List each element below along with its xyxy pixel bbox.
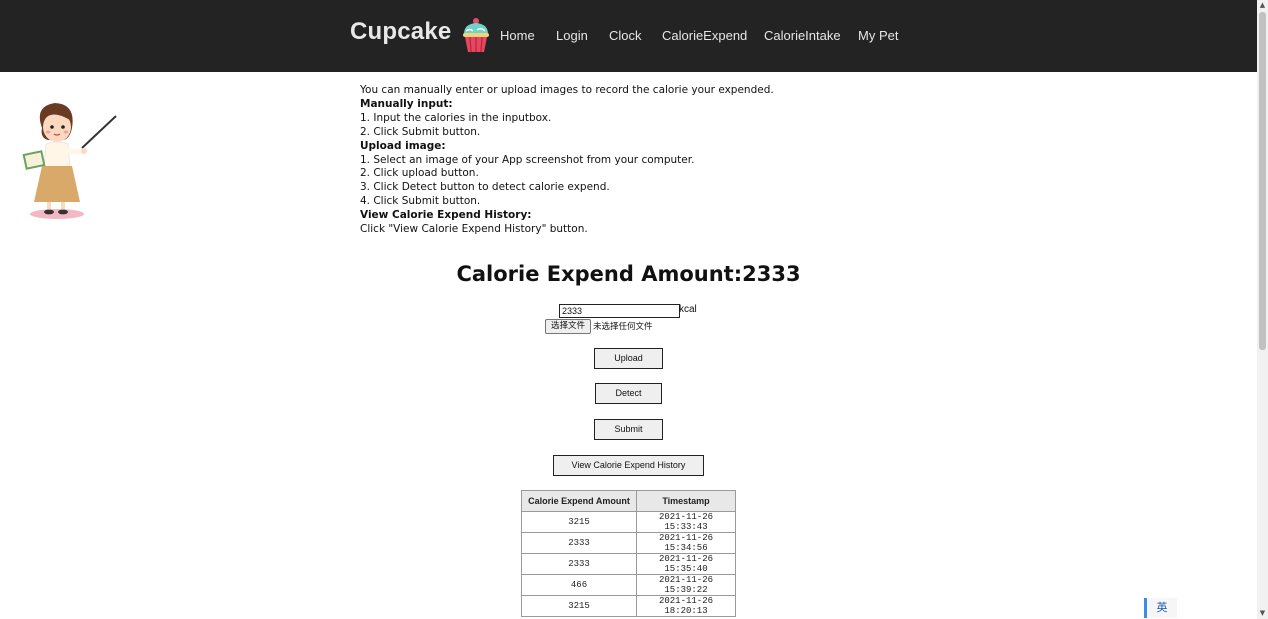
amount-cell: 2333 bbox=[521, 553, 637, 575]
amount-cell: 3215 bbox=[521, 511, 637, 533]
teacher-illustration bbox=[22, 103, 117, 219]
history-heading: View Calorie Expend History: bbox=[360, 209, 532, 222]
table-header-row: Calorie Expend Amount Timestamp bbox=[521, 490, 736, 512]
calorie-history-table: Calorie Expend Amount Timestamp 3215 202… bbox=[521, 490, 736, 617]
upload-step: 4. Click Submit button. bbox=[360, 195, 481, 208]
timestamp-cell: 2021-11-26 18:20:13 bbox=[636, 595, 736, 617]
amount-cell: 466 bbox=[521, 574, 637, 596]
table-row: 3215 2021-11-26 15:33:43 bbox=[521, 511, 736, 533]
file-status-text: 未选择任何文件 bbox=[593, 322, 653, 332]
ime-language-indicator[interactable]: 英 bbox=[1144, 598, 1177, 618]
submit-button[interactable]: Submit bbox=[594, 419, 663, 440]
nav-clock-link[interactable]: Clock bbox=[609, 28, 642, 43]
upload-step: 1. Select an image of your App screensho… bbox=[360, 153, 695, 166]
upload-step: 3. Click Detect button to detect calorie… bbox=[360, 181, 610, 194]
amount-cell: 3215 bbox=[521, 595, 637, 617]
timestamp-cell: 2021-11-26 15:33:43 bbox=[636, 511, 736, 533]
upload-image-heading: Upload image: bbox=[360, 139, 446, 152]
choose-file-button[interactable]: 选择文件 bbox=[545, 319, 591, 334]
kcal-unit-label: kcal bbox=[679, 304, 697, 315]
timestamp-cell: 2021-11-26 15:39:22 bbox=[636, 574, 736, 596]
instructions-block: You can manually enter or upload images … bbox=[360, 84, 860, 237]
table-row: 2333 2021-11-26 15:34:56 bbox=[521, 532, 736, 554]
manual-step: 1. Input the calories in the inputbox. bbox=[360, 111, 552, 124]
view-history-button[interactable]: View Calorie Expend History bbox=[553, 455, 704, 476]
table-row: 466 2021-11-26 15:39:22 bbox=[521, 574, 736, 596]
history-instruction: Click "View Calorie Expend History" butt… bbox=[360, 223, 588, 236]
nav-calorie-intake-link[interactable]: CalorieIntake bbox=[764, 28, 841, 43]
manual-input-heading: Manually input: bbox=[360, 97, 453, 110]
cupcake-logo-icon bbox=[463, 18, 489, 53]
top-navbar: Cupcake Home Login Clock CalorieExpend C… bbox=[0, 0, 1257, 72]
upload-button[interactable]: Upload bbox=[594, 348, 663, 369]
timestamp-cell: 2021-11-26 15:35:40 bbox=[636, 553, 736, 575]
table-row: 2333 2021-11-26 15:35:40 bbox=[521, 553, 736, 575]
upload-step: 2. Click upload button. bbox=[360, 167, 479, 180]
scrollbar-thumb[interactable] bbox=[1259, 12, 1266, 350]
scroll-up-arrow-icon[interactable]: ▲ bbox=[1257, 0, 1268, 11]
detect-button[interactable]: Detect bbox=[595, 383, 662, 404]
nav-login-link[interactable]: Login bbox=[556, 28, 588, 43]
calorie-input[interactable]: 2333 bbox=[559, 304, 680, 318]
scroll-down-arrow-icon[interactable]: ▼ bbox=[1257, 608, 1268, 619]
instructions-intro: You can manually enter or upload images … bbox=[360, 84, 774, 96]
vertical-scrollbar[interactable]: ▲ ▼ bbox=[1257, 0, 1268, 619]
column-header: Calorie Expend Amount bbox=[521, 490, 637, 512]
column-header: Timestamp bbox=[636, 490, 736, 512]
amount-cell: 2333 bbox=[521, 532, 637, 554]
nav-my-pet-link[interactable]: My Pet bbox=[858, 28, 898, 43]
calorie-expend-title: Calorie Expend Amount:2333 bbox=[456, 262, 801, 286]
manual-step: 2. Click Submit button. bbox=[360, 125, 481, 138]
table-row: 3215 2021-11-26 18:20:13 bbox=[521, 595, 736, 617]
nav-home-link[interactable]: Home bbox=[500, 28, 535, 43]
timestamp-cell: 2021-11-26 15:34:56 bbox=[636, 532, 736, 554]
brand-name[interactable]: Cupcake bbox=[350, 18, 451, 46]
nav-calorie-expend-link[interactable]: CalorieExpend bbox=[662, 28, 747, 43]
